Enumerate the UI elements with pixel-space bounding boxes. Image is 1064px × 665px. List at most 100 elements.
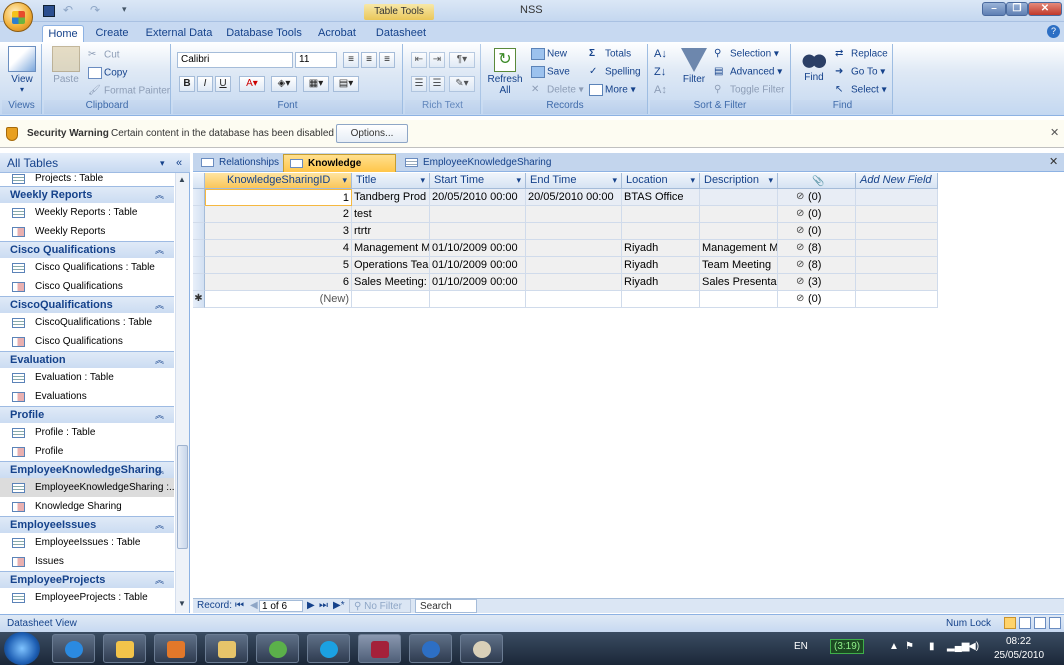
- new-row-cell[interactable]: [526, 291, 622, 308]
- network-icon[interactable]: ▂▄▆: [947, 641, 969, 652]
- delete-record-button[interactable]: ✕ Delete ▾: [531, 84, 584, 96]
- align-left-button[interactable]: ≡: [343, 52, 359, 68]
- more-button[interactable]: More ▾: [589, 84, 636, 96]
- tab-create[interactable]: Create: [88, 25, 136, 42]
- new-row-cell[interactable]: [622, 291, 700, 308]
- quick-access-dropdown-icon[interactable]: ▾: [122, 4, 127, 15]
- nav-item[interactable]: Evaluation : Table: [0, 368, 174, 387]
- column-dropdown-icon[interactable]: ▾: [516, 173, 521, 188]
- collapse-chevron-icon[interactable]: ︽: [155, 297, 164, 313]
- add-new-field-cell[interactable]: [856, 257, 938, 274]
- italic-button[interactable]: I: [197, 76, 213, 92]
- nav-item[interactable]: EmployeeKnowledgeSharing :...: [0, 478, 174, 497]
- collapse-chevron-icon[interactable]: ︽: [155, 242, 164, 258]
- col-attachments-cell[interactable]: (3) ⊘: [778, 274, 856, 291]
- save-record-button[interactable]: Save: [531, 66, 570, 78]
- go-to-button[interactable]: ➜ Go To ▾: [835, 66, 885, 78]
- col-attachments-cell[interactable]: (0) ⊘: [778, 223, 856, 240]
- nav-item[interactable]: Knowledge Sharing: [0, 497, 174, 516]
- col-attachments-cell[interactable]: (8) ⊘: [778, 240, 856, 257]
- col-knowledgesharingid-cell[interactable]: 3: [205, 223, 352, 240]
- nav-group-header[interactable]: Profile ︽: [0, 406, 174, 423]
- nav-item[interactable]: Issues: [0, 552, 174, 571]
- toggle-filter-button[interactable]: ⚲ Toggle Filter: [714, 84, 784, 96]
- office-button[interactable]: [3, 2, 33, 32]
- spelling-button[interactable]: ✓ Spelling: [589, 66, 641, 78]
- nav-scrollbar[interactable]: ▲ ▼: [175, 173, 189, 613]
- row-selector[interactable]: [193, 206, 205, 223]
- col-start-time-cell[interactable]: 20/05/2010 00:00: [430, 189, 526, 206]
- col-title-cell[interactable]: Management M: [352, 240, 430, 257]
- volume-icon[interactable]: ◀): [968, 641, 979, 652]
- column-dropdown-icon[interactable]: ▾: [690, 173, 695, 188]
- nav-item[interactable]: CiscoQualifications : Table: [0, 313, 174, 332]
- fill-color-button[interactable]: ◈▾: [271, 76, 297, 92]
- col-start-time-cell[interactable]: [430, 206, 526, 223]
- col-title-cell[interactable]: Sales Meeting:: [352, 274, 430, 291]
- restore-button[interactable]: ❐: [1006, 2, 1028, 16]
- scroll-thumb[interactable]: [177, 445, 188, 549]
- replace-button[interactable]: ⇄ Replace: [835, 48, 888, 60]
- nav-group-header[interactable]: Evaluation ︽: [0, 351, 174, 368]
- column-dropdown-icon[interactable]: ▾: [768, 173, 773, 188]
- close-document-icon[interactable]: ✕: [1049, 155, 1058, 168]
- collapse-chevron-icon[interactable]: ︽: [155, 462, 164, 478]
- col-location-cell[interactable]: Riyadh: [622, 257, 700, 274]
- find-button[interactable]: Find: [797, 48, 831, 83]
- add-new-field-cell[interactable]: [856, 274, 938, 291]
- col-description-cell[interactable]: [700, 189, 778, 206]
- previous-record-button[interactable]: ◀: [250, 599, 258, 613]
- col-start-time-cell[interactable]: 01/10/2009 00:00: [430, 240, 526, 257]
- col-end-time-header[interactable]: End Time ▾: [526, 173, 622, 189]
- action-center-icon[interactable]: ⚑: [905, 641, 914, 652]
- nav-item[interactable]: Evaluations: [0, 387, 174, 406]
- tab-database-tools[interactable]: Database Tools: [224, 25, 304, 42]
- doc-tab-relationships[interactable]: Relationships: [195, 154, 281, 172]
- nav-item[interactable]: Cisco Qualifications: [0, 277, 174, 296]
- taskbar-help-button[interactable]: [409, 634, 452, 663]
- taskbar-outlook-button[interactable]: [103, 634, 146, 663]
- format-painter-button[interactable]: 🖌 Format Painter: [88, 85, 170, 97]
- col-location-cell[interactable]: BTAS Office: [622, 189, 700, 206]
- tab-acrobat[interactable]: Acrobat: [312, 25, 362, 42]
- help-icon[interactable]: ?: [1047, 25, 1060, 38]
- clear-sort-button[interactable]: A↕: [654, 84, 667, 96]
- taskbar-messenger-button[interactable]: [256, 634, 299, 663]
- col-start-time-header[interactable]: Start Time ▾: [430, 173, 526, 189]
- alternate-fill-button[interactable]: ▤▾: [333, 76, 359, 92]
- col-end-time-cell[interactable]: 20/05/2010 00:00: [526, 189, 622, 206]
- nav-item[interactable]: Weekly Reports : Table: [0, 203, 174, 222]
- tab-home[interactable]: Home: [42, 25, 84, 42]
- select-button[interactable]: ↖ Select ▾: [835, 84, 887, 96]
- align-center-button[interactable]: ≡: [361, 52, 377, 68]
- select-all-corner[interactable]: [193, 173, 205, 189]
- col-end-time-cell[interactable]: [526, 257, 622, 274]
- collapse-chevron-icon[interactable]: ︽: [155, 352, 164, 368]
- column-dropdown-icon[interactable]: ▾: [612, 173, 617, 188]
- close-security-bar-icon[interactable]: ✕: [1050, 126, 1059, 139]
- last-record-button[interactable]: ⏭: [319, 599, 328, 613]
- col-location-cell[interactable]: [622, 223, 700, 240]
- nav-item[interactable]: Projects : Table: [0, 173, 174, 186]
- col-end-time-cell[interactable]: [526, 274, 622, 291]
- col-description-cell[interactable]: Management M: [700, 240, 778, 257]
- highlight-button[interactable]: ✎▾: [449, 76, 475, 92]
- tab-external-data[interactable]: External Data: [144, 25, 214, 42]
- nav-item[interactable]: Cisco Qualifications : Table: [0, 258, 174, 277]
- nav-header-dropdown-icon[interactable]: ▾: [160, 153, 165, 173]
- battery-indicator[interactable]: (3:19): [830, 639, 865, 654]
- sort-descending-button[interactable]: Z↓: [654, 66, 666, 78]
- start-button[interactable]: [4, 632, 40, 665]
- advanced-button[interactable]: ▤ Advanced ▾: [714, 66, 782, 78]
- add-new-field-cell[interactable]: [856, 240, 938, 257]
- cut-button[interactable]: ✂ Cut: [88, 49, 120, 61]
- new-row-selector[interactable]: ✱: [193, 291, 205, 308]
- col-knowledgesharingid-cell[interactable]: 4: [205, 240, 352, 257]
- collapse-chevron-icon[interactable]: ︽: [155, 572, 164, 588]
- col-description-cell[interactable]: [700, 206, 778, 223]
- taskbar-media-button[interactable]: [154, 634, 197, 663]
- taskbar-ie-button[interactable]: [52, 634, 95, 663]
- minimize-button[interactable]: –: [982, 2, 1006, 16]
- close-button[interactable]: ✕: [1028, 2, 1062, 16]
- new-row-cell[interactable]: (0) ⊘: [778, 291, 856, 308]
